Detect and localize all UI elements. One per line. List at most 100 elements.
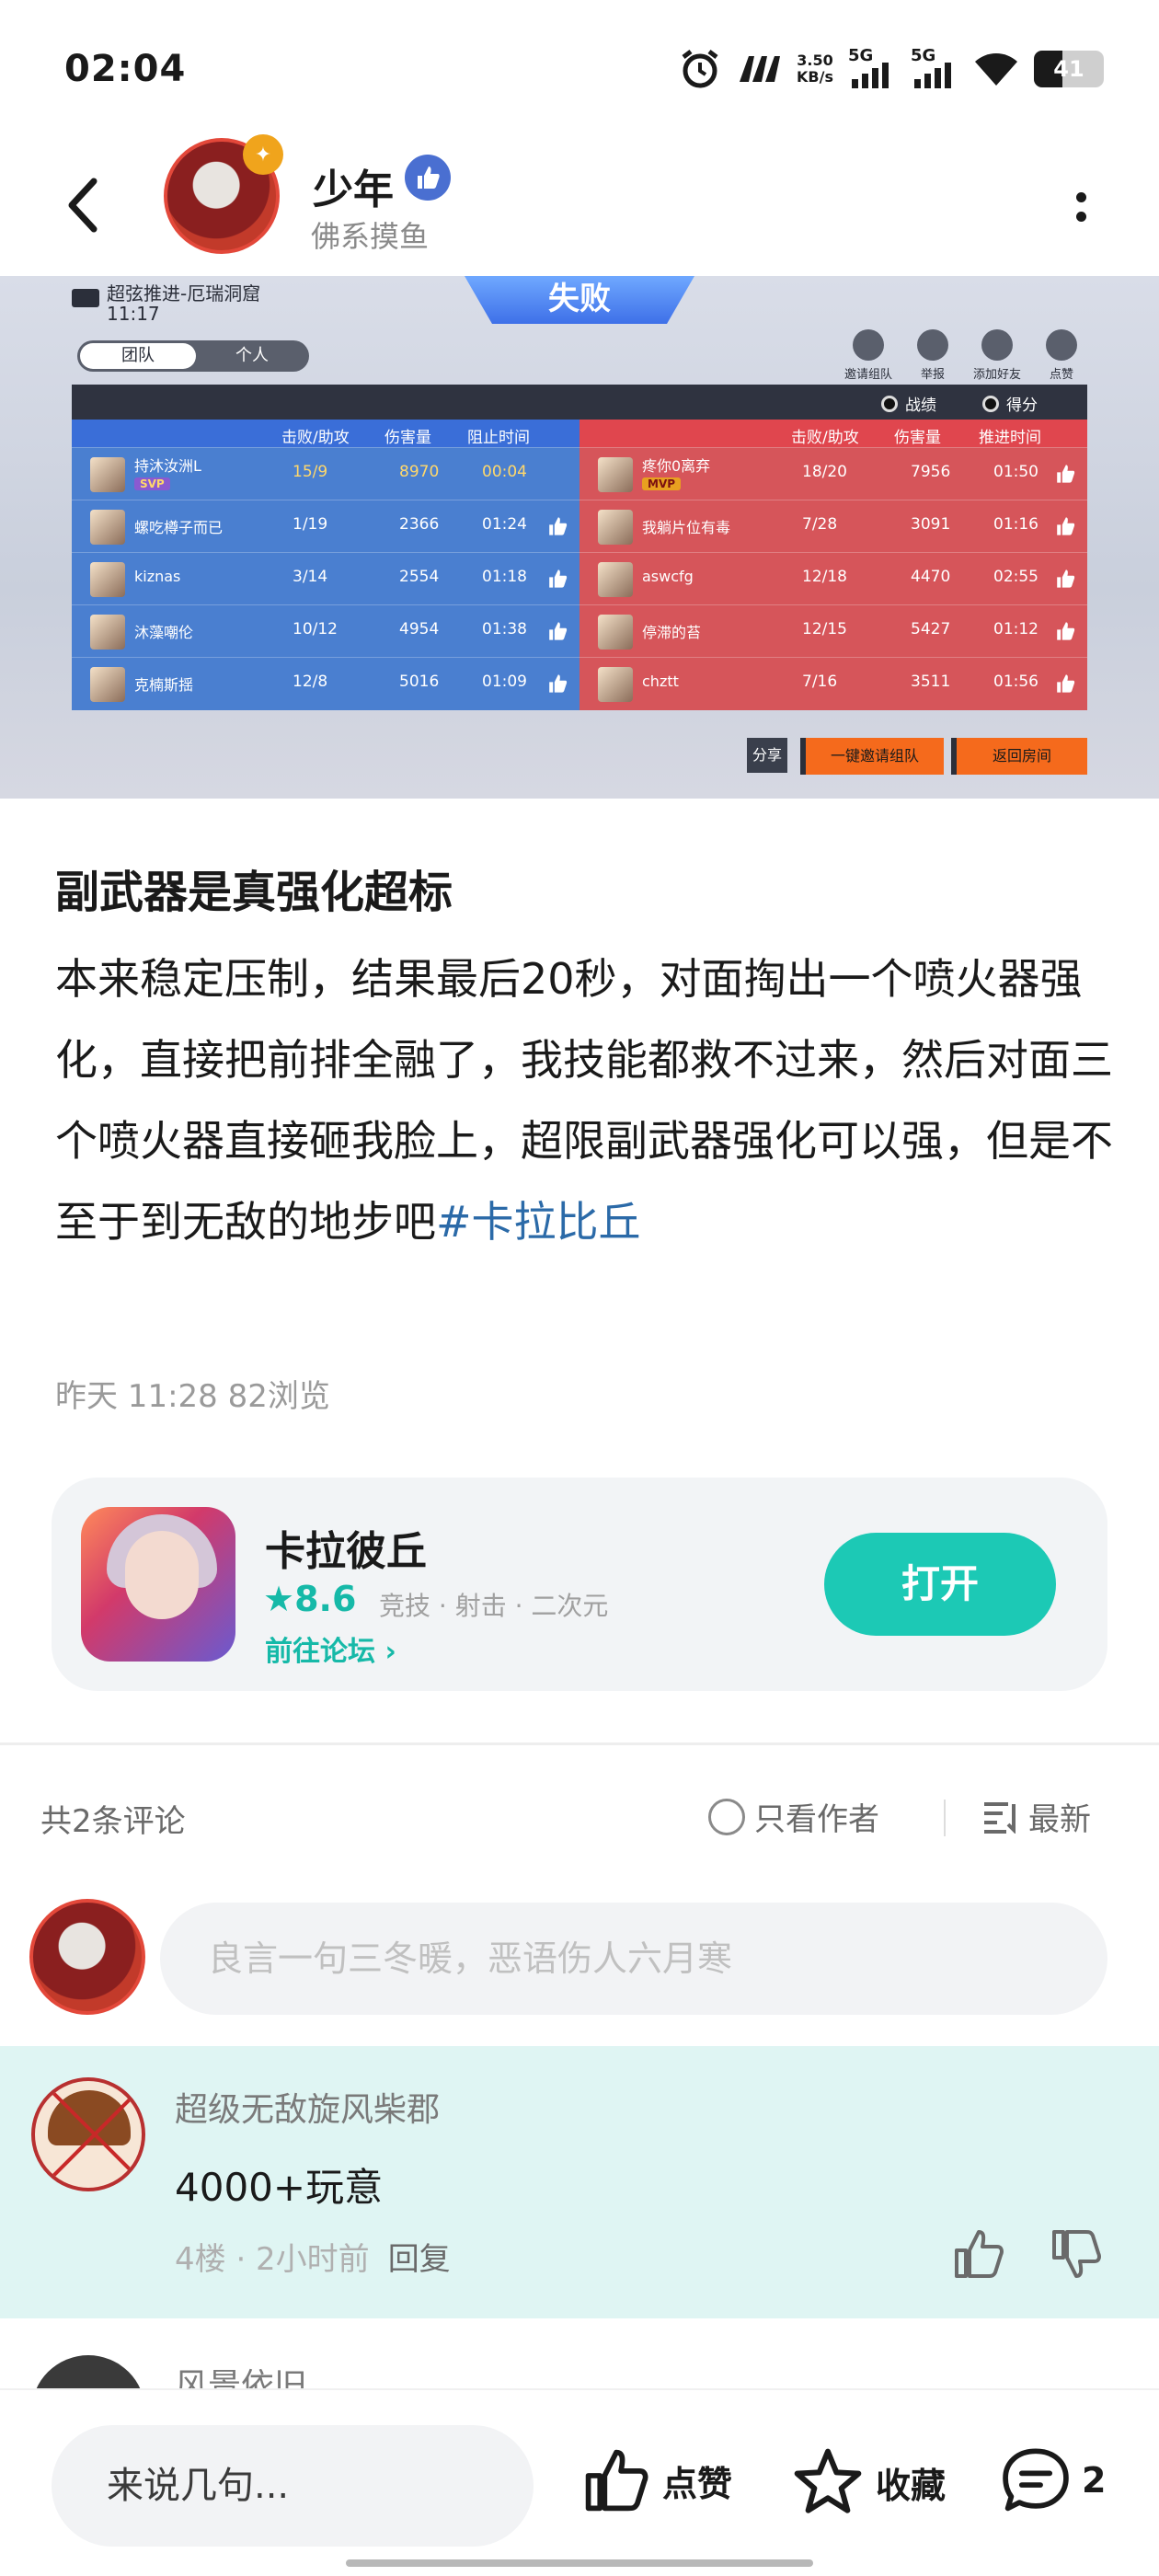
player-time: 01:38 bbox=[482, 620, 527, 638]
commenter-avatar[interactable] bbox=[31, 2077, 145, 2191]
option-record: 战绩 bbox=[881, 392, 936, 415]
player-kd: 12/15 bbox=[802, 620, 847, 638]
favorite-label: 收藏 bbox=[876, 2465, 947, 2506]
more-options-button[interactable] bbox=[1067, 184, 1095, 230]
author-name[interactable]: 少年 bbox=[313, 156, 394, 215]
match-result: 失败 bbox=[465, 276, 694, 324]
player-dmg: 3091 bbox=[911, 515, 951, 534]
option-record-label: 战绩 bbox=[905, 397, 936, 415]
author-only-toggle[interactable]: 只看作者 bbox=[708, 1794, 879, 1839]
commenter-name[interactable]: 超级无敌旋风柴郡 bbox=[175, 2083, 440, 2131]
game-mode: 超弦推进-厄瑞洞窟 11:17 bbox=[107, 283, 260, 324]
player-avatar bbox=[598, 615, 633, 650]
radio-icon bbox=[881, 395, 898, 412]
comment-item: 风景依旧 bbox=[0, 2318, 1159, 2392]
radio-icon bbox=[982, 395, 999, 412]
player-dmg: 5427 bbox=[911, 620, 951, 638]
verified-icon bbox=[405, 155, 451, 201]
wifi-icon bbox=[975, 53, 1017, 86]
alarm-icon bbox=[682, 50, 718, 88]
player-name: 我躺片位有毒 bbox=[642, 519, 731, 536]
player-kd: 3/14 bbox=[293, 568, 328, 586]
tab-personal: 个人 bbox=[235, 346, 269, 365]
back-arrow-icon bbox=[68, 178, 98, 233]
player-row: 停滞的苔 12/15 5427 01:12 bbox=[580, 604, 1087, 657]
open-app-button[interactable]: 打开 bbox=[824, 1533, 1056, 1636]
player-time: 01:16 bbox=[993, 515, 1039, 534]
avatar-badge-icon: ✦ bbox=[243, 134, 283, 175]
player-time: 01:18 bbox=[482, 568, 527, 586]
player-dmg: 2366 bbox=[399, 515, 440, 534]
thumbs-up-icon bbox=[955, 2230, 1004, 2278]
battery-level: 41 bbox=[1053, 56, 1084, 82]
section-divider bbox=[0, 1742, 1159, 1745]
player-avatar bbox=[90, 510, 125, 545]
player-row: aswcfg 12/18 4470 02:55 bbox=[580, 552, 1087, 604]
status-bar: 02:04 3.50 KB/s 5G 5G 41 bbox=[0, 0, 1159, 138]
player-row: 疼你0离弃 MVP 18/20 7956 01:50 bbox=[580, 447, 1087, 500]
post-hashtag[interactable]: #卡拉比丘 bbox=[436, 1197, 641, 1247]
team-personal-toggle: 团队 个人 bbox=[77, 340, 309, 372]
reply-button[interactable]: 回复 bbox=[388, 2241, 451, 2278]
radio-icon bbox=[708, 1798, 745, 1835]
player-dmg: 4470 bbox=[911, 568, 951, 586]
game-actions: 邀请组队 举报 添加好友 点赞 bbox=[844, 329, 1085, 382]
post-meta: 昨天 11:28 82浏览 bbox=[55, 1378, 330, 1415]
favorite-button[interactable]: 收藏 bbox=[791, 2445, 946, 2519]
player-name: 持沐汝洲L bbox=[134, 457, 201, 475]
home-indicator[interactable] bbox=[346, 2559, 813, 2567]
player-time: 02:55 bbox=[993, 568, 1039, 586]
author-subtitle: 佛系摸鱼 bbox=[311, 219, 430, 254]
thumbs-label: 点赞 bbox=[1049, 368, 1073, 382]
post-image-game-result[interactable]: 超弦推进-厄瑞洞窟 11:17 失败 团队 个人 邀请组队 举报 添加好友 点赞… bbox=[0, 276, 1159, 799]
option-score: 得分 bbox=[982, 392, 1038, 415]
comment-text: 4000+玩意 bbox=[175, 2165, 384, 2210]
commenter-name[interactable]: 风景依旧 bbox=[175, 2359, 307, 2392]
commenter-avatar[interactable] bbox=[31, 2355, 145, 2392]
post-title: 副武器是真强化超标 bbox=[55, 867, 453, 918]
share-game-button: 分享 bbox=[747, 738, 787, 773]
comment-like-button[interactable] bbox=[951, 2226, 1006, 2282]
like-button[interactable]: 点赞 bbox=[581, 2445, 732, 2515]
thumbs-up-icon bbox=[1054, 463, 1076, 485]
add-friend-action: 添加好友 bbox=[973, 329, 1021, 382]
comment-dislike-button[interactable] bbox=[1049, 2226, 1104, 2282]
more-dot-icon bbox=[1075, 212, 1086, 222]
quick-comment-input[interactable]: 来说几句... bbox=[52, 2425, 534, 2547]
status-time: 02:04 bbox=[64, 48, 187, 90]
thumbs-up-icon bbox=[546, 515, 568, 537]
header-time: 阻止时间 bbox=[467, 429, 530, 447]
player-kd: 18/20 bbox=[802, 463, 847, 481]
mode-icon bbox=[72, 289, 99, 307]
player-avatar bbox=[90, 562, 125, 597]
go-forum-link[interactable]: 前往论坛 › bbox=[265, 1628, 396, 1669]
player-name: chztt bbox=[642, 673, 679, 690]
comments-button[interactable]: 2 bbox=[1001, 2445, 1106, 2515]
sort-latest-button[interactable]: 最新 bbox=[982, 1794, 1091, 1839]
author-only-label: 只看作者 bbox=[754, 1801, 879, 1838]
star-icon bbox=[794, 2448, 862, 2513]
app-rating: ★8.6 bbox=[263, 1579, 356, 1619]
return-room-button: 返回房间 bbox=[951, 738, 1087, 775]
app-name: 卡拉彼丘 bbox=[265, 1528, 427, 1575]
app-card[interactable]: 卡拉彼丘 ★8.6 竞技 · 射击 · 二次元 前往论坛 › 打开 bbox=[52, 1478, 1107, 1691]
report-label: 举报 bbox=[920, 368, 945, 382]
warning-icon bbox=[917, 329, 948, 361]
player-avatar bbox=[598, 562, 633, 597]
go-forum-label: 前往论坛 bbox=[265, 1636, 375, 1668]
blue-team-table: 击败/助攻 伤害量 阻止时间 持沐汝洲L SVP 15/9 8970 00:04 螺吃樽子… bbox=[72, 420, 580, 710]
player-avatar bbox=[90, 457, 125, 492]
author-avatar[interactable]: ✦ bbox=[164, 134, 283, 254]
thumbs-up-icon bbox=[546, 568, 568, 590]
chevron-right-icon: › bbox=[384, 1636, 396, 1668]
back-button[interactable] bbox=[55, 173, 110, 237]
like-label: 点赞 bbox=[662, 2463, 733, 2504]
player-name: 沐藻嘲伦 bbox=[134, 624, 194, 641]
player-row: 克楠斯揺 12/8 5016 01:09 bbox=[72, 657, 580, 709]
thumbs-action: 点赞 bbox=[1038, 329, 1085, 382]
player-kd: 1/19 bbox=[293, 515, 328, 534]
player-tag: SVP bbox=[134, 477, 170, 490]
player-avatar bbox=[598, 667, 633, 702]
network-speed-unit: KB/s bbox=[797, 68, 833, 86]
comment-input[interactable]: 良言一句三冬暖，恶语伤人六月寒 bbox=[160, 1903, 1107, 2015]
